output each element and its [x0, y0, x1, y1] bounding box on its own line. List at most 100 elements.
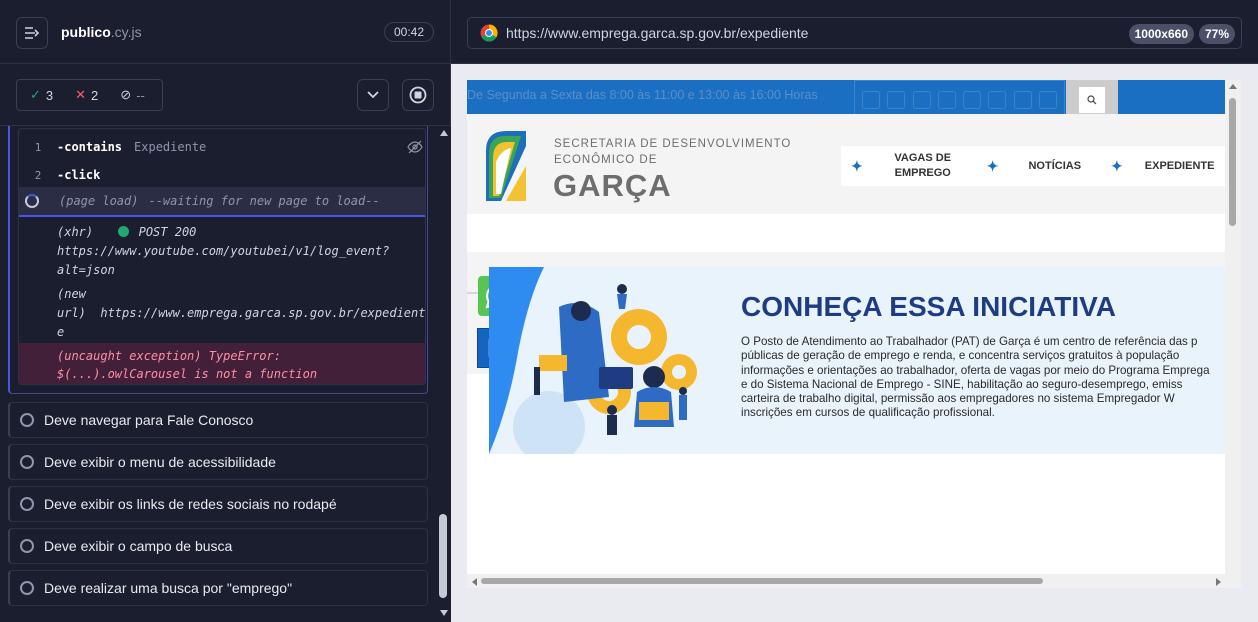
stop-button[interactable]: [402, 79, 434, 111]
url-bar[interactable]: https://www.emprega.garca.sp.gov.br/expe…: [467, 17, 1242, 49]
spec-name-text: publico: [61, 24, 111, 40]
test-title: Deve exibir os links de redes sociais no…: [44, 496, 337, 512]
pending-circle-icon: [20, 539, 34, 553]
command-name: -click: [57, 168, 101, 182]
app-preview-panel: https://www.emprega.garca.sp.gov.br/expe…: [451, 0, 1258, 622]
secretaria-line1: SECRETARIA DE DESENVOLVIMENTO: [554, 138, 792, 150]
status-dot-icon: [118, 226, 130, 237]
passed-count: ✓ 3: [30, 87, 53, 103]
pending-value: --: [136, 87, 145, 103]
new-url-label: (new: [57, 287, 86, 301]
test-stats: ✓ 3 ✕ 2 ⊘ --: [16, 79, 163, 111]
pending-icon: ⊘: [120, 87, 132, 102]
page-load-row[interactable]: (page load) --waiting for new page to lo…: [19, 187, 425, 217]
scroll-left-icon[interactable]: [472, 578, 477, 586]
opening-hours: De Segunda a Sexta das 8:00 às 11:00 e 1…: [467, 88, 818, 102]
stop-icon: [409, 86, 427, 104]
test-title: Deve exibir o menu de acessibilidade: [44, 454, 276, 470]
links-underline-icon[interactable]: [988, 91, 1007, 109]
pending-circle-icon: [20, 497, 34, 511]
site-vertical-scrollbar[interactable]: [1225, 80, 1241, 588]
new-url-value: https://www.emprega.garca.sp.gov.br/expe…: [100, 306, 426, 320]
test-item[interactable]: Deve exibir o campo de busca: [8, 528, 428, 564]
reset-icon[interactable]: [1038, 91, 1057, 109]
command-row[interactable]: 1 -contains Expediente: [19, 133, 425, 161]
city-name: GARÇA: [553, 168, 672, 203]
loading-spinner-icon: [25, 194, 39, 208]
nav-vagas-de-emprego[interactable]: VAGAS DE EMPREGO: [883, 151, 963, 181]
xhr-status: POST 200: [138, 225, 197, 239]
viewport-size: 1000x660: [1128, 24, 1194, 44]
scroll-right-icon[interactable]: [1216, 578, 1221, 586]
run-duration: 00:42: [383, 22, 434, 42]
xhr-label: (xhr): [57, 225, 94, 239]
search-icon: [1087, 95, 1097, 105]
test-item[interactable]: Deve exibir o menu de acessibilidade: [8, 444, 428, 480]
command-name: -contains: [57, 140, 123, 154]
negative-icon[interactable]: [963, 91, 982, 109]
xhr-url-cont: alt=json: [57, 263, 115, 277]
scroll-thumb[interactable]: [439, 514, 447, 598]
search-button[interactable]: [1079, 87, 1105, 113]
zoom-level: 77%: [1198, 24, 1235, 44]
error-title: (uncaught exception) TypeError:: [57, 349, 281, 363]
spec-extension: .cy.js: [110, 24, 142, 40]
plus-icon: ✦: [1111, 157, 1123, 174]
xhr-url: https://www.youtube.com/youtubei/v1/log_…: [57, 244, 390, 258]
specs-list-icon: [25, 27, 40, 39]
eye-off-icon[interactable]: [407, 140, 423, 154]
new-url-log[interactable]: (new url) https://www.emprega.garca.sp.g…: [57, 285, 426, 342]
reporter: 1 -contains Expediente 2 -click (page lo…: [0, 126, 436, 622]
failed-value: 2: [91, 87, 99, 103]
test-item[interactable]: Deve exibir os links de redes sociais no…: [8, 486, 428, 522]
pending-circle-icon: [20, 413, 34, 427]
pending-count: ⊘ --: [120, 87, 145, 103]
test-item[interactable]: Deve navegar para Fale Conosco: [8, 402, 428, 438]
command-arg: Expediente: [134, 140, 207, 154]
error-message: $(...).owlCarousel is not a function: [57, 367, 318, 381]
font-decrease-icon[interactable]: [887, 91, 906, 109]
command-row[interactable]: 2 -click: [19, 161, 425, 189]
hero-illustration: [489, 267, 697, 454]
toggle-specs-button[interactable]: [16, 17, 48, 49]
new-url-value-cont: e: [57, 325, 65, 339]
font-increase-icon[interactable]: [862, 91, 881, 109]
site-horizontal-scrollbar[interactable]: [467, 574, 1225, 588]
test-item[interactable]: Deve realizar uma busca por "emprego": [8, 570, 428, 606]
check-icon: ✓: [30, 87, 41, 102]
test-title: Deve navegar para Fale Conosco: [44, 412, 254, 428]
uncaught-exception[interactable]: (uncaught exception) TypeError: $(...).o…: [19, 343, 425, 384]
url-text: https://www.emprega.garca.sp.gov.br/expe…: [506, 25, 809, 41]
scroll-thumb[interactable]: [481, 578, 1043, 584]
scroll-up-icon[interactable]: [1229, 84, 1237, 89]
contrast-icon[interactable]: [937, 91, 956, 109]
secretaria-line2: ECONÔMICO DE: [554, 154, 658, 166]
site-header: SECRETARIA DE DESENVOLVIMENTO ECONÔMICO …: [467, 114, 1225, 214]
readable-font-icon[interactable]: [1013, 91, 1032, 109]
hero-text-line: inscrições em cursos de qualificação pro…: [741, 406, 995, 420]
nav-noticias[interactable]: NOTÍCIAS: [1028, 160, 1081, 172]
hero-text-line: O Posto de Atendimento ao Trabalhador (P…: [741, 335, 1198, 348]
url-bar-area: https://www.emprega.garca.sp.gov.br/expe…: [451, 0, 1258, 64]
grayscale-icon[interactable]: [912, 91, 931, 109]
expand-collapse-button[interactable]: [357, 79, 389, 111]
scroll-down-icon[interactable]: [440, 610, 448, 616]
plus-icon: ✦: [986, 157, 999, 174]
hero-section: CONHEÇA ESSA INICIATIVA O Posto de Atend…: [489, 267, 1225, 454]
plus-icon: ✦: [851, 157, 863, 174]
reporter-scrollbar[interactable]: [436, 126, 451, 622]
xhr-log[interactable]: (xhr) POST 200 https://www.youtube.com/y…: [57, 223, 423, 280]
command-number: 1: [34, 140, 42, 154]
pending-circle-icon: [20, 455, 34, 469]
chrome-icon: [480, 24, 498, 42]
scroll-up-icon[interactable]: [440, 130, 448, 136]
page-load-label: (page load): [59, 194, 139, 208]
runner-header: publico.cy.js 00:42: [0, 0, 451, 64]
hero-text: O Posto de Atendimento ao Trabalhador (P…: [741, 335, 1225, 421]
nav-expediente[interactable]: EXPEDIENTE: [1145, 160, 1215, 172]
garca-logo[interactable]: [481, 126, 531, 206]
scroll-thumb[interactable]: [1229, 98, 1236, 226]
divider-band: [467, 214, 1225, 252]
hero-text-line: e do Sistema Nacional de Emprego - SINE,…: [741, 377, 1183, 391]
hero-text-line: carteira de trabalho digital, permissão …: [741, 392, 1175, 406]
